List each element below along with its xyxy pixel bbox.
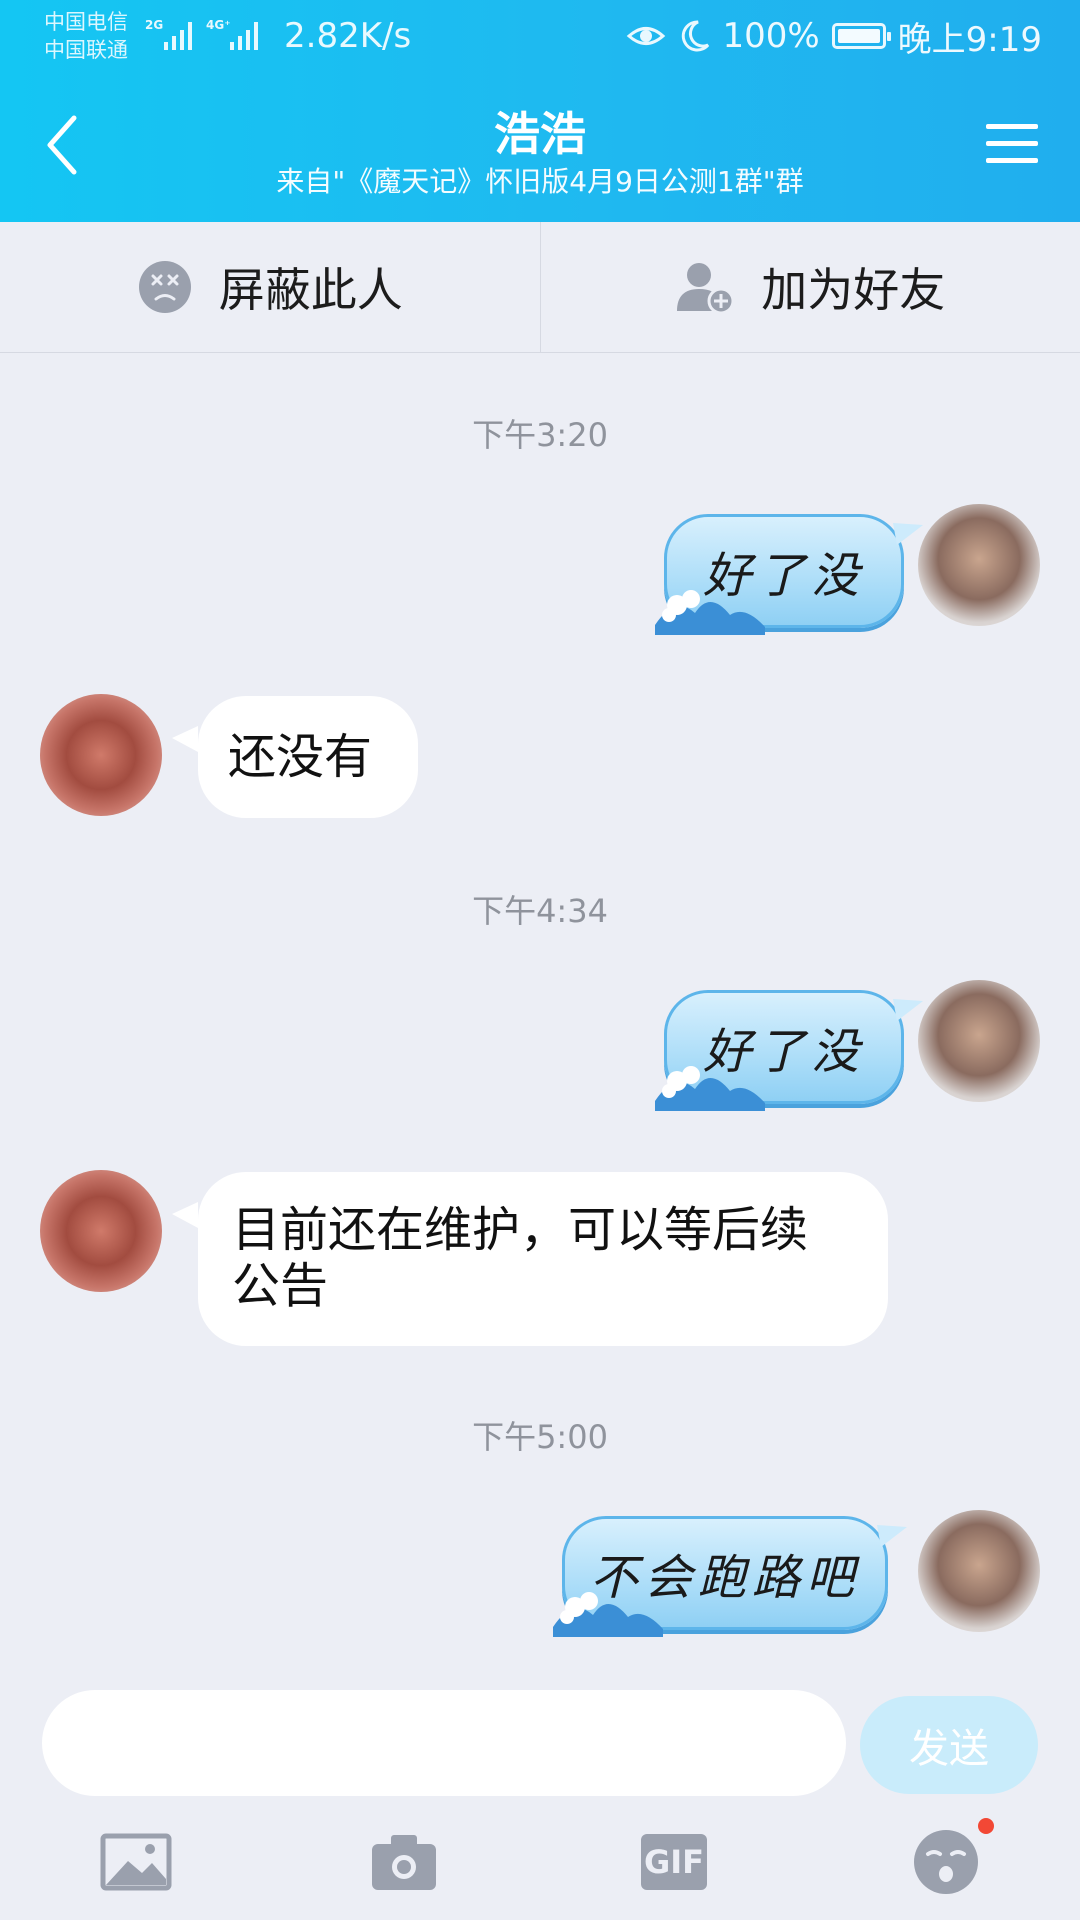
bubble-tail (893, 523, 923, 545)
emoji-button[interactable] (906, 1818, 994, 1902)
message-bubble-sent[interactable]: 好了没 (655, 514, 923, 635)
wave-decoration-icon (553, 1592, 663, 1637)
input-row: 发送 (0, 1680, 1080, 1800)
message-bubble-sent[interactable]: 好了没 (655, 990, 923, 1111)
wave-decoration-icon (655, 1066, 765, 1111)
clock: 晚上9:19 (897, 19, 1042, 60)
timestamp: 下午5:00 (472, 1418, 608, 1456)
add-friend-icon (677, 263, 735, 315)
network-type-1: 2G (145, 18, 164, 32)
bubble-tail (893, 999, 923, 1021)
message-bubble-received[interactable]: 还没有 (198, 696, 418, 818)
block-user-button[interactable]: 屏蔽此人 (0, 222, 540, 352)
message-input[interactable] (42, 1690, 846, 1796)
gif-icon: GIF (641, 1834, 707, 1890)
notification-dot (978, 1818, 994, 1834)
status-bar: 中国电信 中国联通 2G 4G⁺ 2.82K/s 100% 晚上9:19 (0, 0, 1080, 72)
send-button[interactable]: 发送 (860, 1696, 1038, 1794)
block-user-label: 屏蔽此人 (218, 263, 403, 317)
chat-subtitle: 来自"《魔天记》怀旧版4月9日公测1群"群 (276, 165, 804, 198)
network-speed: 2.82K/s (284, 16, 412, 56)
contact-avatar[interactable] (40, 694, 162, 816)
signal-icon-2 (230, 22, 258, 50)
camera-icon (372, 1835, 436, 1890)
my-avatar[interactable] (918, 1510, 1040, 1632)
message-text: 还没有 (228, 729, 373, 785)
timestamp: 下午3:20 (472, 416, 608, 454)
carriers: 中国电信 中国联通 (44, 8, 128, 64)
message-bubble-sent[interactable]: 不会跑路吧 (553, 1516, 907, 1637)
bubble-tail (877, 1525, 907, 1547)
action-bar: 屏蔽此人 加为好友 (0, 222, 1080, 353)
battery-icon (831, 23, 891, 49)
emoji-icon (914, 1830, 978, 1894)
input-toolbar: GIF (0, 1810, 1080, 1920)
chat-title: 浩浩 (494, 107, 586, 161)
menu-icon[interactable] (984, 120, 1040, 168)
image-icon (100, 1833, 172, 1891)
image-button[interactable] (96, 1822, 176, 1902)
gif-button[interactable]: GIF (634, 1822, 714, 1902)
bubble-tail (172, 1202, 198, 1228)
signal-icon (164, 22, 192, 50)
my-avatar[interactable] (918, 980, 1040, 1102)
timestamp: 下午4:34 (472, 892, 608, 930)
gif-label: GIF (643, 1843, 705, 1881)
status-right: 100% 晚上9:19 (626, 14, 1042, 60)
eye-icon (627, 27, 666, 45)
carrier-2: 中国联通 (44, 38, 128, 62)
bubble-tail (172, 726, 198, 752)
header: 中国电信 中国联通 2G 4G⁺ 2.82K/s 100% 晚上9:19 浩浩 … (0, 0, 1080, 222)
moon-icon (682, 20, 710, 52)
wave-decoration-icon (655, 590, 765, 635)
message-text: 目前还在维护，可以等后续公告 (232, 1202, 809, 1314)
contact-avatar[interactable] (40, 1170, 162, 1292)
my-avatar[interactable] (918, 504, 1040, 626)
battery-percent: 100% (722, 16, 820, 56)
carrier-1: 中国电信 (44, 10, 128, 34)
camera-button[interactable] (364, 1822, 444, 1902)
add-friend-label: 加为好友 (761, 263, 946, 317)
message-bubble-received[interactable]: 目前还在维护，可以等后续公告 (198, 1172, 888, 1346)
block-face-icon (138, 261, 191, 313)
add-friend-button[interactable]: 加为好友 (541, 222, 1080, 352)
